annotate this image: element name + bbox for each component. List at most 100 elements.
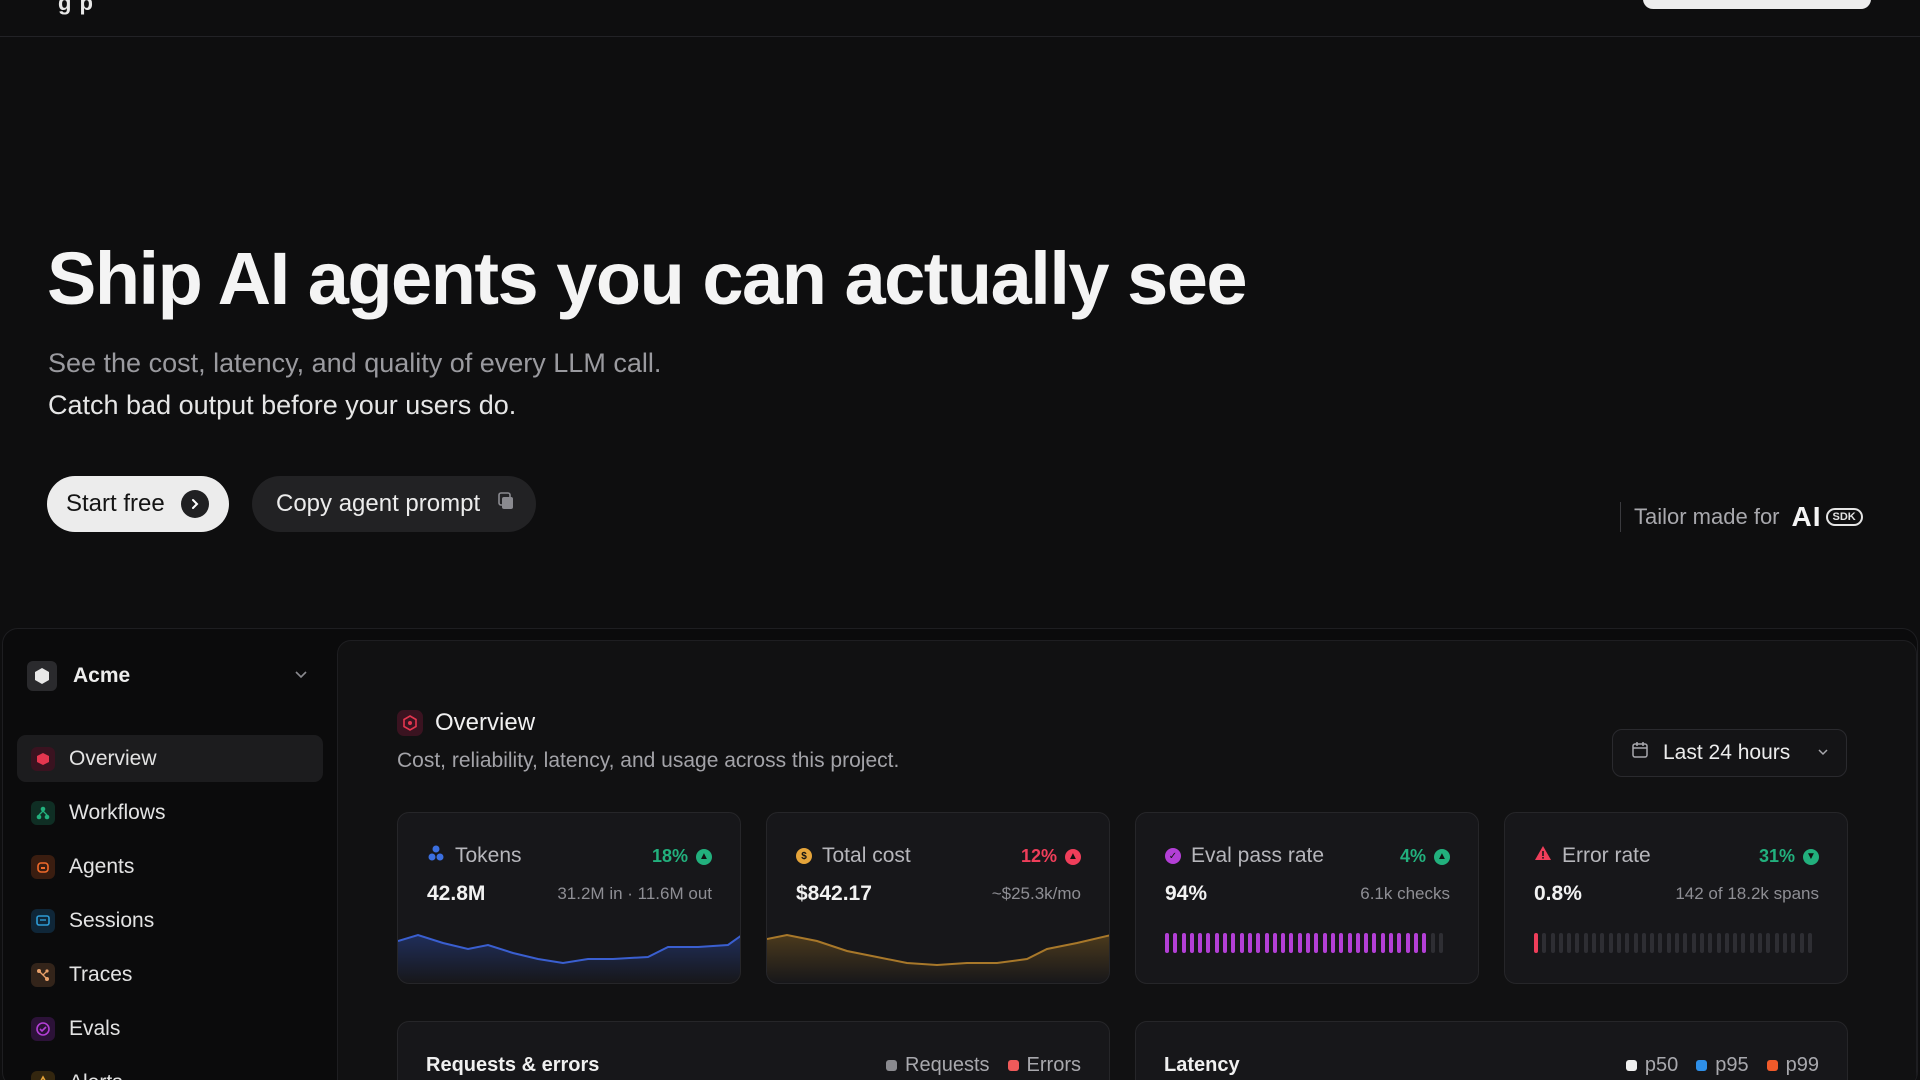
tick-bar <box>1782 933 1787 953</box>
card-title: ✓ Eval pass rate <box>1165 844 1324 868</box>
tick-bar <box>1314 933 1319 953</box>
agents-icon <box>31 854 55 879</box>
tick-bar <box>1165 933 1169 953</box>
arrow-right-icon <box>180 490 209 518</box>
tick-bar <box>1322 933 1327 953</box>
delta-value: 31% <box>1758 846 1795 866</box>
delta-value: 18% <box>651 846 688 866</box>
tick-bar <box>1347 933 1352 953</box>
sidebar-item-label: Workflows <box>69 800 166 824</box>
card-value: 94% <box>1165 882 1208 905</box>
card-meta: ~$25.3k/mo <box>991 884 1081 903</box>
page-subtitle: Cost, reliability, latency, and usage ac… <box>397 749 900 772</box>
card-title: $ Total cost <box>796 844 911 868</box>
legend-item-p99[interactable]: p99 <box>1766 1054 1819 1077</box>
sidebar-item-agents[interactable]: Agents <box>17 843 323 890</box>
card-title: Error rate <box>1534 844 1651 868</box>
tick-bar <box>1372 933 1377 953</box>
delta-value: 4% <box>1399 846 1426 866</box>
tick-bar <box>1550 933 1555 953</box>
tick-bar <box>1413 933 1418 953</box>
tick-bar <box>1339 933 1344 953</box>
sidebar-item-overview[interactable]: Overview <box>17 735 323 782</box>
tick-bar <box>1214 933 1219 953</box>
tick-bar <box>1542 933 1547 953</box>
workspace-switcher[interactable]: Acme <box>27 661 309 691</box>
tick-bar <box>1741 933 1746 953</box>
metric-card-total-cost[interactable]: $ Total cost 12% ▲ $842.17 ~$25.3k/mo <box>766 812 1110 984</box>
sidebar-item-label: Alerts <box>69 1071 123 1080</box>
tick-bar <box>1616 933 1621 953</box>
card-title-label: Error rate <box>1562 844 1651 867</box>
sidebar: Acme Overview Workflows Agents Sessions … <box>3 629 336 1080</box>
legend-item-p50[interactable]: p50 <box>1625 1054 1678 1077</box>
sidebar-item-evals[interactable]: Evals <box>17 1005 323 1052</box>
legend-label: Requests <box>905 1054 990 1076</box>
sidebar-item-sessions[interactable]: Sessions <box>17 897 323 944</box>
tick-bar <box>1691 933 1696 953</box>
tick-bar <box>1239 933 1244 953</box>
tick-bar <box>1633 933 1638 953</box>
panel-title: Latency <box>1164 1054 1240 1076</box>
tick-bar <box>1650 933 1655 953</box>
card-delta: 4% ▲ <box>1400 846 1450 867</box>
card-value: 0.8% <box>1534 882 1582 905</box>
legend-swatch <box>1766 1060 1778 1071</box>
metric-card-error-rate[interactable]: Error rate 31% ▼ 0.8% 142 of 18.2k spans <box>1504 812 1848 984</box>
start-free-button[interactable]: Start free <box>47 476 229 532</box>
ai-sdk-logo: AI <box>1791 501 1822 532</box>
metric-card-eval-pass-rate[interactable]: ✓ Eval pass rate 4% ▲ 94% 6.1k checks <box>1135 812 1479 984</box>
traces-icon <box>31 962 55 987</box>
tick-bar <box>1641 933 1646 953</box>
legend-label: Errors <box>1026 1054 1081 1076</box>
tick-bar <box>1567 933 1572 953</box>
tokens-icon <box>427 844 445 868</box>
calendar-icon <box>1631 741 1649 765</box>
metric-card-tokens[interactable]: Tokens 18% ▲ 42.8M 31.2M in · 11.6M out <box>397 812 741 984</box>
tick-bar <box>1272 933 1277 953</box>
card-delta: 31% ▼ <box>1759 846 1819 867</box>
hero-subtitle-line2: Catch bad output before your users do. <box>48 390 517 420</box>
top-nav-cta-button[interactable] <box>1643 0 1871 9</box>
legend-item-errors[interactable]: Errors <box>1007 1054 1081 1077</box>
tick-bar <box>1558 933 1563 953</box>
card-title-label: Total cost <box>822 844 911 867</box>
tokens-sparkline <box>398 933 740 983</box>
page-title: Overview <box>435 709 536 736</box>
brand-logo[interactable]: g p <box>58 0 94 16</box>
card-value: 42.8M <box>427 882 486 905</box>
legend-swatch <box>886 1060 898 1071</box>
card-value: $842.17 <box>796 882 872 905</box>
tick-bar <box>1264 933 1269 953</box>
chart-legend: Requests Errors <box>886 1054 1081 1077</box>
sidebar-item-workflows[interactable]: Workflows <box>17 789 323 836</box>
legend-label: p99 <box>1785 1054 1819 1076</box>
sidebar-nav: Overview Workflows Agents Sessions Trace… <box>17 735 323 1080</box>
tick-bar <box>1297 933 1302 953</box>
latency-panel: Latency p50 p95 p99 <box>1135 1021 1848 1080</box>
tick-bar <box>1330 933 1335 953</box>
tick-bar <box>1405 933 1410 953</box>
legend-item-p95[interactable]: p95 <box>1696 1054 1749 1077</box>
sessions-icon <box>31 908 55 933</box>
tick-bar <box>1699 933 1704 953</box>
copy-agent-prompt-label: Copy agent prompt <box>276 490 481 517</box>
legend-item-requests[interactable]: Requests <box>886 1054 990 1077</box>
tick-bar <box>1306 933 1311 953</box>
overview-badge-icon <box>397 710 423 736</box>
copy-agent-prompt-button[interactable]: Copy agent prompt <box>252 476 537 532</box>
time-range-select[interactable]: Last 24 hours <box>1612 729 1847 777</box>
sidebar-item-alerts[interactable]: Alerts <box>17 1059 323 1080</box>
chevron-down-icon <box>1816 741 1830 765</box>
tick-bar <box>1364 933 1369 953</box>
panel-title: Requests & errors <box>426 1054 600 1076</box>
workflows-icon <box>31 800 55 825</box>
tick-bar <box>1206 933 1211 953</box>
tick-bar <box>1355 933 1360 953</box>
sidebar-item-traces[interactable]: Traces <box>17 951 323 998</box>
tick-bar <box>1430 933 1435 953</box>
legend-swatch <box>1696 1060 1708 1071</box>
chevron-down-icon <box>293 666 309 687</box>
tick-bar <box>1256 933 1261 953</box>
tick-bar <box>1724 933 1729 953</box>
